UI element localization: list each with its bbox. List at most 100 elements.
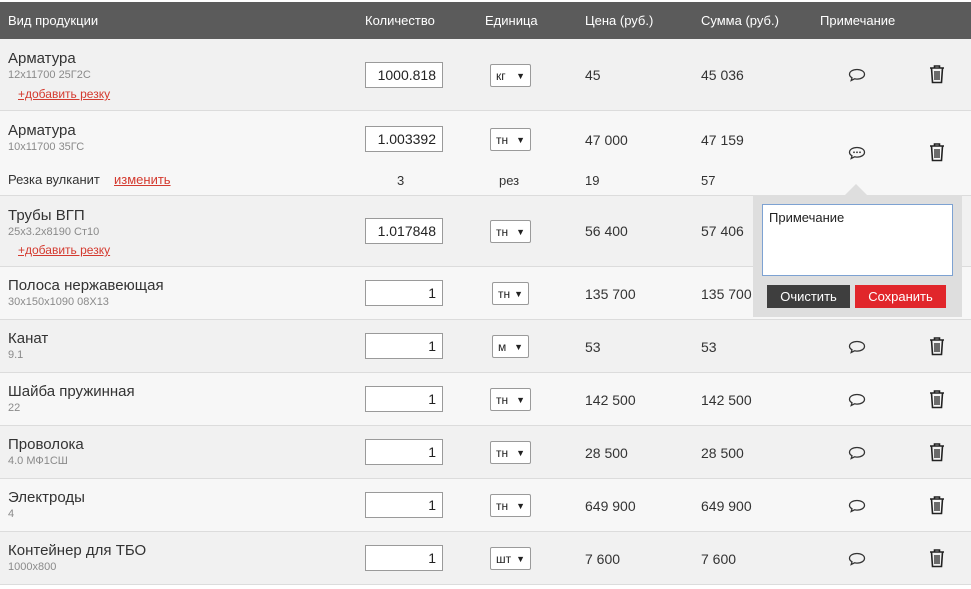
unit-select[interactable]: тн ▼ <box>490 441 531 464</box>
cut-qty: 3 <box>397 173 405 188</box>
sum-value: 142 500 <box>701 392 752 408</box>
trash-icon[interactable] <box>928 548 946 568</box>
price-value: 135 700 <box>585 286 636 302</box>
unit-select[interactable]: тн ▼ <box>490 220 531 243</box>
quantity-input[interactable] <box>365 545 443 571</box>
product-spec: 9.1 <box>8 349 24 361</box>
header-note: Примечание <box>820 13 896 28</box>
caret-down-icon: ▼ <box>516 227 525 237</box>
sum-value: 7 600 <box>701 551 737 567</box>
trash-icon[interactable] <box>928 495 946 515</box>
quantity-input[interactable] <box>365 218 443 244</box>
trash-icon[interactable] <box>928 442 946 462</box>
price-value: 45 <box>585 67 601 83</box>
caret-down-icon: ▼ <box>514 342 523 352</box>
speech-bubble-icon[interactable] <box>848 446 866 460</box>
table-row: Электроды 4 тн ▼ 649 900 649 900 <box>0 479 971 532</box>
price-value: 28 500 <box>585 445 628 461</box>
caret-down-icon: ▼ <box>516 71 525 81</box>
unit-value: тн <box>496 499 509 513</box>
trash-icon[interactable] <box>928 64 946 84</box>
quantity-input[interactable] <box>365 62 443 88</box>
product-spec: 30х150х1090 08Х13 <box>8 296 109 308</box>
save-button[interactable]: Сохранить <box>855 285 946 308</box>
product-name: Шайба пружинная <box>8 383 135 400</box>
product-name: Контейнер для ТБО <box>8 542 147 559</box>
cut-sum: 57 <box>701 173 716 188</box>
quantity-input[interactable] <box>365 439 443 465</box>
speech-bubble-icon[interactable] <box>848 499 866 513</box>
unit-value: м <box>498 340 507 354</box>
note-popup: Примечание Очистить Сохранить <box>753 195 962 317</box>
product-spec: 1000х800 <box>8 561 57 573</box>
cut-unit: рез <box>499 173 520 188</box>
unit-select[interactable]: тн ▼ <box>490 388 531 411</box>
quantity-input[interactable] <box>365 126 443 152</box>
price-value: 53 <box>585 339 601 355</box>
header-unit: Единица <box>485 13 538 28</box>
table-row: Арматура 10х11700 35ГС тн ▼ 47 000 47 15… <box>0 111 971 196</box>
quantity-input[interactable] <box>365 492 443 518</box>
caret-down-icon: ▼ <box>516 501 525 511</box>
unit-select[interactable]: м ▼ <box>492 335 529 358</box>
speech-bubble-icon[interactable] <box>848 340 866 354</box>
product-name: Трубы ВГП <box>8 207 85 224</box>
quantity-input[interactable] <box>365 333 443 359</box>
cut-label: Резка вулканит <box>8 172 100 187</box>
table-row: Контейнер для ТБО 1000х800 шт ▼ 7 600 7 … <box>0 532 971 585</box>
note-popup-arrow <box>845 184 867 195</box>
unit-select[interactable]: кг ▼ <box>490 64 531 87</box>
unit-value: тн <box>496 446 509 460</box>
price-value: 649 900 <box>585 498 636 514</box>
table-row: Шайба пружинная 22 тн ▼ 142 500 142 500 <box>0 373 971 426</box>
table-row: Арматура 12х11700 25Г2С +добавить резку … <box>0 39 971 111</box>
cut-edit-link[interactable]: изменить <box>114 172 171 187</box>
speech-bubble-dots-icon[interactable] <box>848 146 866 160</box>
caret-down-icon: ▼ <box>514 289 523 299</box>
add-cut-link[interactable]: +добавить резку <box>18 87 110 101</box>
product-name: Полоса нержавеющая <box>8 277 164 294</box>
price-value: 142 500 <box>585 392 636 408</box>
product-name: Проволока <box>8 436 84 453</box>
trash-icon[interactable] <box>928 142 946 162</box>
header-price: Цена (руб.) <box>585 13 654 28</box>
table-header: Вид продукции Количество Единица Цена (р… <box>0 2 971 39</box>
add-cut-link[interactable]: +добавить резку <box>18 243 110 257</box>
quantity-input[interactable] <box>365 280 443 306</box>
product-spec: 22 <box>8 402 21 414</box>
trash-icon[interactable] <box>928 389 946 409</box>
trash-icon[interactable] <box>928 336 946 356</box>
header-sum: Сумма (руб.) <box>701 13 779 28</box>
unit-select[interactable]: тн ▼ <box>492 282 529 305</box>
product-spec: 25х3.2х8190 Ст10 <box>8 226 100 238</box>
clear-button[interactable]: Очистить <box>767 285 850 308</box>
caret-down-icon: ▼ <box>516 554 525 564</box>
caret-down-icon: ▼ <box>516 395 525 405</box>
sum-value: 649 900 <box>701 498 752 514</box>
speech-bubble-icon[interactable] <box>848 552 866 566</box>
quantity-input[interactable] <box>365 386 443 412</box>
note-textarea[interactable]: Примечание <box>762 204 953 276</box>
sum-value: 47 159 <box>701 132 744 148</box>
sum-value: 28 500 <box>701 445 744 461</box>
speech-bubble-icon[interactable] <box>848 393 866 407</box>
cut-price: 19 <box>585 173 600 188</box>
unit-value: кг <box>496 69 506 83</box>
product-spec: 4 <box>8 508 15 520</box>
unit-select[interactable]: шт ▼ <box>490 547 531 570</box>
price-value: 56 400 <box>585 223 628 239</box>
product-name: Арматура <box>8 50 76 67</box>
header-quantity: Количество <box>365 13 435 28</box>
product-spec: 4.0 МФ1СШ <box>8 455 68 467</box>
header-product: Вид продукции <box>8 13 99 28</box>
product-name: Канат <box>8 330 49 347</box>
sum-value: 53 <box>701 339 717 355</box>
product-spec: 10х11700 35ГС <box>8 141 85 153</box>
price-value: 47 000 <box>585 132 628 148</box>
speech-bubble-icon[interactable] <box>848 68 866 82</box>
caret-down-icon: ▼ <box>516 135 525 145</box>
unit-select[interactable]: тн ▼ <box>490 494 531 517</box>
unit-value: шт <box>496 552 512 566</box>
unit-select[interactable]: тн ▼ <box>490 128 531 151</box>
unit-value: тн <box>498 287 511 301</box>
